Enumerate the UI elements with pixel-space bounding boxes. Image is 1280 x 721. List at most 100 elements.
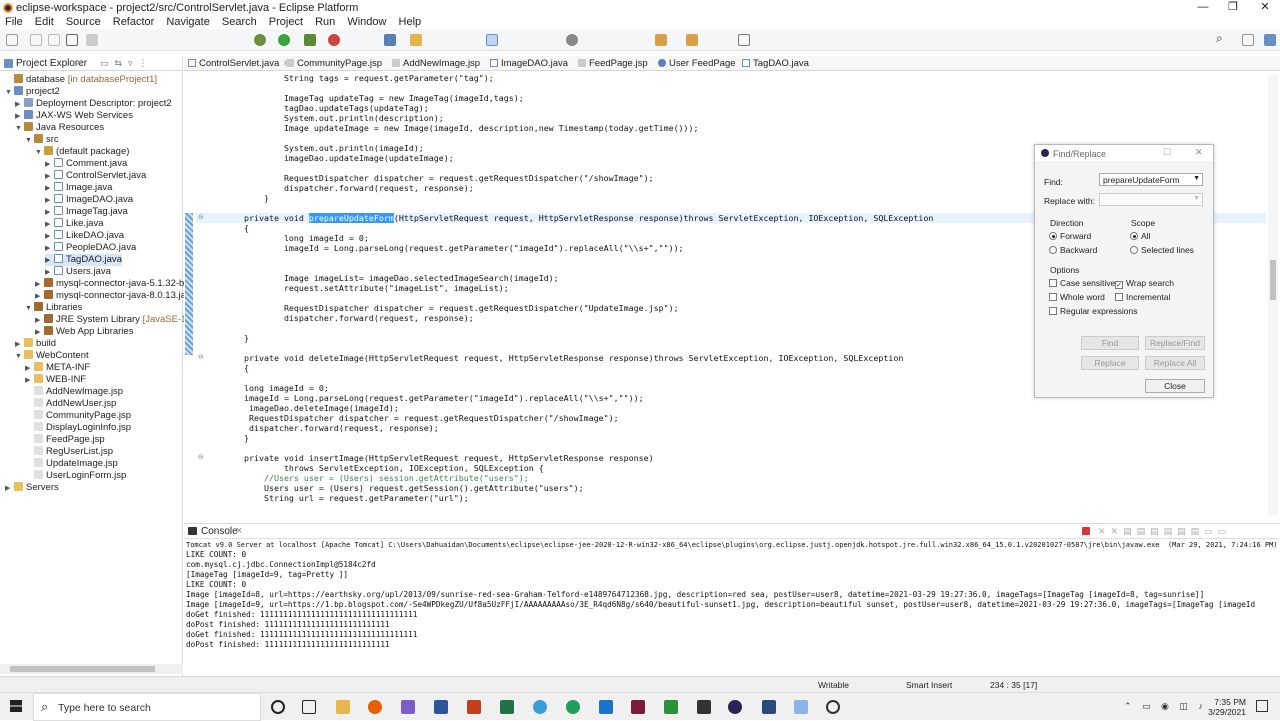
- notification-icon[interactable]: [1256, 700, 1268, 712]
- app-icon-3[interactable]: [794, 700, 808, 714]
- regex-checkbox[interactable]: Regular expressions: [1049, 306, 1137, 316]
- pin-editor-icon[interactable]: [738, 34, 750, 46]
- tree-item[interactable]: database [in databaseProject1]: [5, 74, 157, 86]
- chevron-down-icon[interactable]: ▼: [1193, 175, 1200, 183]
- git-icon[interactable]: [566, 700, 580, 714]
- replace-input[interactable]: ▼: [1099, 193, 1203, 206]
- save-icon[interactable]: [30, 34, 42, 46]
- replace-find-button[interactable]: Replace/Find: [1145, 336, 1205, 350]
- app-icon[interactable]: [697, 700, 711, 714]
- run-icon[interactable]: [278, 34, 290, 46]
- case-sensitive-checkbox[interactable]: Case sensitive: [1049, 278, 1115, 288]
- tree-item[interactable]: ▶ mysql-connector-java-5.1.32-bin.ja: [35, 278, 202, 290]
- whole-word-checkbox[interactable]: Whole word: [1049, 292, 1105, 302]
- menu-help[interactable]: Help: [399, 15, 422, 29]
- tree-item[interactable]: CommunityPage.jsp: [25, 410, 131, 422]
- menu-search[interactable]: Search: [222, 15, 257, 29]
- tree-item[interactable]: DisplayLoginInfo.jsp: [25, 422, 131, 434]
- tree-item[interactable]: ▶ WEB-INF: [25, 374, 86, 386]
- external-tools-icon[interactable]: [328, 34, 340, 46]
- perspective-icon[interactable]: [1242, 34, 1254, 46]
- server-icon[interactable]: [384, 34, 396, 46]
- menu-window[interactable]: Window: [347, 15, 386, 29]
- tree-item[interactable]: ▶ Deployment Descriptor: project2: [15, 98, 172, 110]
- tree-item[interactable]: RegUserList.jsp: [25, 446, 113, 458]
- chevron-down-icon[interactable]: ▼: [1193, 195, 1200, 203]
- project-explorer-tab[interactable]: Project Explorer × ▭⇆▿⋮: [0, 56, 182, 71]
- tree-item[interactable]: ▶ JAX-WS Web Services: [15, 110, 133, 122]
- tree-item[interactable]: ▶ build: [15, 338, 56, 350]
- tree-item[interactable]: ▼ WebContent: [15, 350, 89, 362]
- tab-feedpage[interactable]: FeedPage.jsp: [578, 58, 648, 69]
- close-dialog-button[interactable]: Close: [1145, 379, 1205, 393]
- mark-occurrences-icon[interactable]: [486, 34, 498, 46]
- view-toolbar-icons[interactable]: ▭⇆▿⋮: [100, 58, 154, 69]
- tree-item[interactable]: ▼ src: [25, 134, 59, 146]
- vscode-icon[interactable]: [401, 700, 415, 714]
- expand-arrow-icon[interactable]: ▶: [5, 483, 14, 495]
- maximize-icon[interactable]: ☐: [1163, 147, 1171, 158]
- wrap-search-checkbox[interactable]: ✓ Wrap search: [1115, 278, 1174, 289]
- tab-addnewimage[interactable]: AddNewImage.jsp: [392, 58, 480, 69]
- menu-file[interactable]: File: [5, 15, 23, 29]
- cortana-icon[interactable]: [271, 700, 285, 714]
- tab-user-feedpage[interactable]: User FeedPage: [658, 58, 736, 69]
- file-explorer-icon[interactable]: [336, 700, 350, 714]
- close-tab-icon[interactable]: ×: [76, 57, 82, 69]
- expand-arrow-icon[interactable]: ▼: [15, 351, 24, 363]
- close-icon[interactable]: ✕: [1195, 147, 1203, 158]
- backward-radio[interactable]: Backward: [1049, 245, 1097, 255]
- close-tab-icon[interactable]: ×: [236, 525, 242, 537]
- maximize-button[interactable]: ❐: [1218, 0, 1248, 15]
- replace-button[interactable]: Replace: [1081, 356, 1139, 370]
- forward-radio[interactable]: Forward: [1049, 231, 1091, 241]
- tab-communitypage[interactable]: CommunityPage.jsp: [286, 58, 382, 69]
- tree-item[interactable]: ▶ ImageTag.java: [45, 206, 128, 218]
- find-input[interactable]: prepareUpdateForm ▼: [1099, 173, 1203, 186]
- find-button[interactable]: Find: [1081, 336, 1139, 350]
- word-icon[interactable]: [434, 700, 448, 714]
- tree-item[interactable]: ▶ Web App Libraries: [35, 326, 133, 338]
- tree-item[interactable]: UserLoginForm.jsp: [25, 470, 126, 482]
- expand-arrow-icon[interactable]: ▼: [5, 87, 14, 99]
- tree-item[interactable]: ▶ mysql-connector-java-8.0.13.jar: [35, 290, 189, 302]
- expand-arrow-icon[interactable]: ▼: [15, 123, 24, 135]
- tree-item[interactable]: ▶ JRE System Library [JavaSE-1.7]: [35, 314, 197, 326]
- excel-icon[interactable]: [500, 700, 514, 714]
- selected-lines-radio[interactable]: Selected lines: [1130, 245, 1194, 255]
- java-ee-perspective-icon[interactable]: [1264, 34, 1276, 46]
- close-button[interactable]: ✕: [1250, 0, 1280, 15]
- fold-icon[interactable]: ⊖: [198, 213, 204, 221]
- tree-item[interactable]: ▶ Image.java: [45, 182, 112, 194]
- tree-item[interactable]: AddNewUser.jsp: [25, 398, 116, 410]
- back-icon[interactable]: [655, 34, 667, 46]
- tree-item[interactable]: ▶ PeopleDAO.java: [45, 242, 136, 254]
- start-icon[interactable]: [10, 700, 22, 712]
- all-radio[interactable]: All: [1130, 231, 1150, 241]
- tree-item[interactable]: FeedPage.jsp: [25, 434, 105, 446]
- console-toolbar-icons[interactable]: ✕✕▤▤▤▤▤▤▭▭: [1098, 526, 1231, 537]
- minimize-button[interactable]: —: [1188, 0, 1218, 15]
- firefox-icon[interactable]: [368, 700, 382, 714]
- tree-item[interactable]: ▶ Users.java: [45, 266, 111, 278]
- console-tab[interactable]: Console × ✕✕▤▤▤▤▤▤▭▭: [184, 524, 1280, 539]
- coverage-icon[interactable]: [304, 34, 316, 46]
- tree-item[interactable]: ▼ Java Resources: [15, 122, 104, 134]
- menu-navigate[interactable]: Navigate: [166, 15, 209, 29]
- tree-item[interactable]: ▶ ControlServlet.java: [45, 170, 146, 182]
- tab-imagedao[interactable]: ImageDAO.java: [490, 58, 568, 69]
- open-type-icon[interactable]: [410, 34, 422, 46]
- incremental-checkbox[interactable]: Incremental: [1115, 292, 1170, 302]
- app-icon-2[interactable]: [762, 700, 776, 714]
- menu-refactor[interactable]: Refactor: [113, 15, 155, 29]
- terminal-icon[interactable]: [66, 34, 78, 46]
- terminate-icon[interactable]: [1082, 527, 1090, 535]
- menu-edit[interactable]: Edit: [35, 15, 54, 29]
- tree-item[interactable]: ▶ ImageDAO.java: [45, 194, 133, 206]
- clock[interactable]: 7:35 PM 3/29/2021: [1206, 697, 1246, 717]
- tree-item[interactable]: ▶ META-INF: [25, 362, 90, 374]
- mail-icon[interactable]: [599, 700, 613, 714]
- horizontal-scrollbar[interactable]: [0, 664, 183, 674]
- tree-item[interactable]: ▶ Servers: [5, 482, 59, 494]
- eclipse-taskbar-icon[interactable]: [728, 700, 742, 714]
